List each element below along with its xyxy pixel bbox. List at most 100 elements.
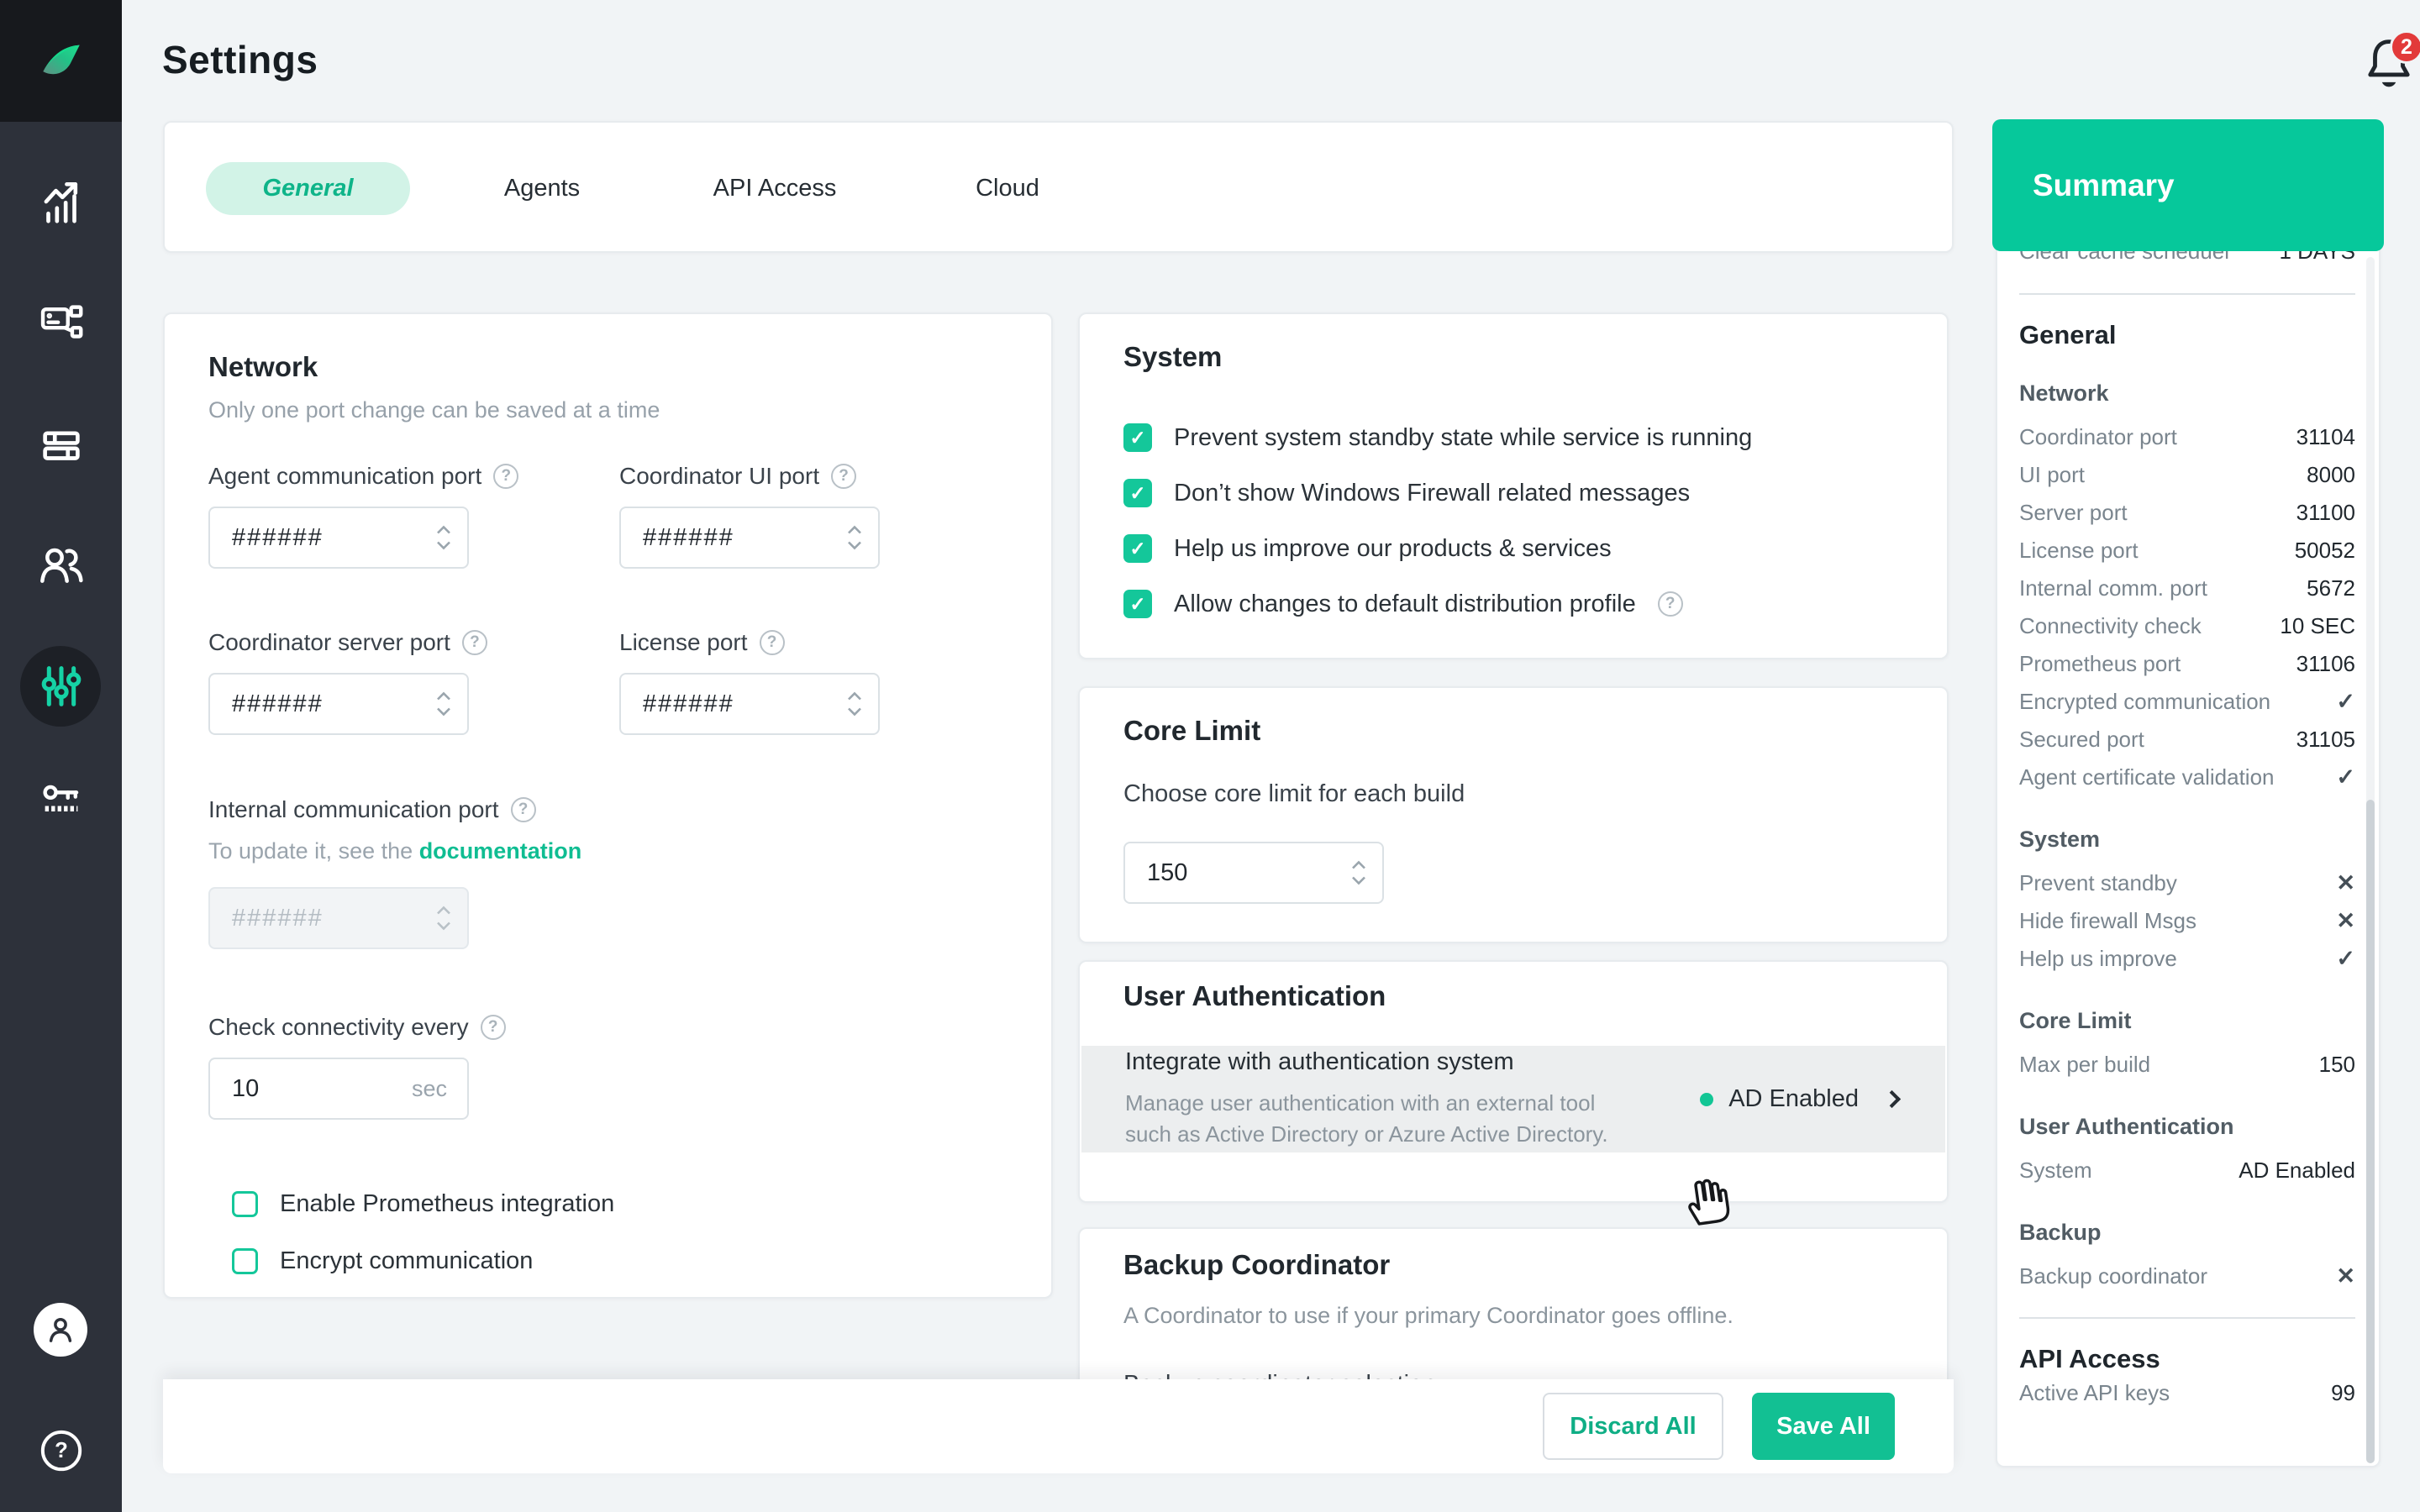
- summary-row-label: Connectivity check: [2019, 613, 2202, 639]
- tab-agents[interactable]: Agents: [504, 123, 580, 255]
- network-card: Network Only one port change can be save…: [163, 312, 1053, 1299]
- server-port-label: Coordinator server port: [208, 629, 450, 656]
- connectivity-unit: sec: [412, 1076, 447, 1102]
- settings-page: ? Settings 2 General Agents API Access C…: [0, 0, 2420, 1512]
- prometheus-label: Enable Prometheus integration: [280, 1190, 614, 1218]
- sidebar-item-help[interactable]: ?: [0, 1410, 122, 1491]
- agent-port-label: Agent communication port: [208, 463, 481, 490]
- internal-port-help-icon[interactable]: ?: [511, 797, 536, 822]
- summary-sub-header: Network: [2019, 381, 2355, 407]
- connectivity-help-icon[interactable]: ?: [481, 1015, 506, 1040]
- server-port-input[interactable]: ######: [208, 673, 469, 735]
- system-checkbox-3[interactable]: ✓: [1123, 590, 1152, 618]
- summary-row-label: Agent certificate validation: [2019, 764, 2275, 790]
- chevron-right-icon: [1883, 1090, 1901, 1108]
- sidebar-item-performance[interactable]: [0, 161, 122, 242]
- settings-tabbar: General Agents API Access Cloud: [163, 121, 1954, 253]
- help-icon: ?: [38, 1427, 85, 1474]
- backup-desc: A Coordinator to use if your primary Coo…: [1123, 1303, 1903, 1329]
- performance-chart-icon: [35, 176, 87, 228]
- system-option-row: ✓ Prevent system standby state while serv…: [1123, 423, 1903, 452]
- core-limit-input[interactable]: 150: [1123, 842, 1384, 904]
- logo[interactable]: [0, 0, 122, 122]
- agent-port-help-icon[interactable]: ?: [493, 464, 518, 489]
- ui-port-help-icon[interactable]: ?: [831, 464, 856, 489]
- summary-row-value: 150: [2319, 1052, 2355, 1078]
- core-limit-stepper[interactable]: [1352, 861, 1365, 885]
- summary-row: Max per build150: [2019, 1046, 2355, 1084]
- summary-scrollbar-thumb[interactable]: [2366, 800, 2375, 1463]
- summary-row: SystemAD Enabled: [2019, 1152, 2355, 1189]
- backup-title: Backup Coordinator: [1123, 1249, 1903, 1281]
- server-port-help-icon[interactable]: ?: [462, 630, 487, 655]
- tab-cloud[interactable]: Cloud: [976, 123, 1039, 255]
- connectivity-label: Check connectivity every: [208, 1014, 469, 1041]
- summary-header: Summary: [1992, 119, 2384, 251]
- check-mark-icon: ✓: [2336, 764, 2355, 790]
- summary-row-label: Prevent standby: [2019, 870, 2177, 896]
- sidebar-item-settings[interactable]: [0, 646, 122, 727]
- ad-status-label: AD Enabled: [1728, 1085, 1859, 1113]
- core-limit-card: Core Limit Choose core limit for each bu…: [1078, 686, 1949, 943]
- user-auth-card: User Authentication Integrate with authe…: [1078, 960, 1949, 1203]
- cross-mark-icon: ✕: [2336, 1263, 2355, 1289]
- check-mark-icon: ✓: [2336, 946, 2355, 972]
- network-title: Network: [208, 351, 1007, 383]
- sidebar-item-users[interactable]: [0, 525, 122, 606]
- cursor-hand-icon: [1681, 1170, 1736, 1230]
- system-checkbox-1[interactable]: ✓: [1123, 479, 1152, 507]
- summary-sub-header: Core Limit: [2019, 1008, 2355, 1034]
- user-avatar[interactable]: [34, 1303, 87, 1357]
- summary-row-label: Help us improve: [2019, 946, 2177, 972]
- tab-general[interactable]: General: [206, 162, 410, 215]
- save-all-button[interactable]: Save All: [1752, 1393, 1895, 1460]
- discard-all-button[interactable]: Discard All: [1543, 1393, 1723, 1460]
- cross-mark-icon: ✕: [2336, 908, 2355, 934]
- license-port-help-icon[interactable]: ?: [760, 630, 785, 655]
- internal-port-helper: To update it, see the documentation: [208, 838, 1007, 864]
- ui-port-input[interactable]: ######: [619, 507, 880, 569]
- system-checkbox-2[interactable]: ✓: [1123, 534, 1152, 563]
- ui-port-stepper[interactable]: [848, 526, 861, 550]
- tab-api-access[interactable]: API Access: [713, 123, 837, 255]
- summary-sub-header: Backup: [2019, 1220, 2355, 1246]
- server-port-stepper[interactable]: [437, 692, 450, 717]
- api-key-icon: [35, 776, 87, 828]
- prometheus-checkbox[interactable]: [232, 1191, 258, 1217]
- encrypt-label: Encrypt communication: [280, 1247, 533, 1275]
- sidebar-item-builds[interactable]: [0, 405, 122, 486]
- summary-row: Agent certificate validation ✓: [2019, 759, 2355, 796]
- notifications-button[interactable]: 2: [2363, 35, 2420, 99]
- summary-row: Help us improve ✓: [2019, 940, 2355, 978]
- system-option-row: ✓Help us improve our products & services: [1123, 534, 1903, 563]
- distribution-profile-help-icon[interactable]: ?: [1658, 591, 1683, 617]
- check-mark-icon: ✓: [2336, 689, 2355, 715]
- agent-port-input[interactable]: ######: [208, 507, 469, 569]
- sidebar-item-coordinator[interactable]: [0, 283, 122, 364]
- documentation-link[interactable]: documentation: [419, 838, 582, 864]
- sidebar-item-api-keys[interactable]: [0, 762, 122, 843]
- summary-section-header: API Access: [2019, 1344, 2355, 1374]
- system-card: System ✓Prevent system standby state whi…: [1078, 312, 1949, 659]
- auth-integration-row[interactable]: Integrate with authentication system Man…: [1081, 1046, 1945, 1152]
- agent-port-stepper[interactable]: [437, 526, 450, 550]
- tab-general-label: General: [263, 175, 354, 202]
- license-port-input[interactable]: ######: [619, 673, 880, 735]
- summary-section-header: General: [2019, 320, 2355, 350]
- encrypt-checkbox[interactable]: [232, 1248, 258, 1274]
- summary-row-value: 31100: [2296, 500, 2355, 526]
- summary-row: Secured port31105: [2019, 721, 2355, 759]
- avatar-person-icon: [43, 1312, 78, 1347]
- summary-row-label: Prometheus port: [2019, 651, 2181, 677]
- user-auth-title: User Authentication: [1080, 980, 1947, 1012]
- summary-row-value: 99: [2331, 1380, 2355, 1406]
- system-checkbox-0[interactable]: ✓: [1123, 423, 1152, 452]
- connectivity-input[interactable]: 10 sec: [208, 1058, 469, 1120]
- users-icon: [34, 538, 88, 592]
- license-port-label: License port: [619, 629, 748, 656]
- license-port-stepper[interactable]: [848, 692, 861, 717]
- summary-row-value: 31106: [2296, 651, 2355, 677]
- notification-badge: 2: [2390, 30, 2420, 64]
- system-option-label: Prevent system standby state while servi…: [1174, 424, 1752, 452]
- summary-row: UI port8000: [2019, 456, 2355, 494]
